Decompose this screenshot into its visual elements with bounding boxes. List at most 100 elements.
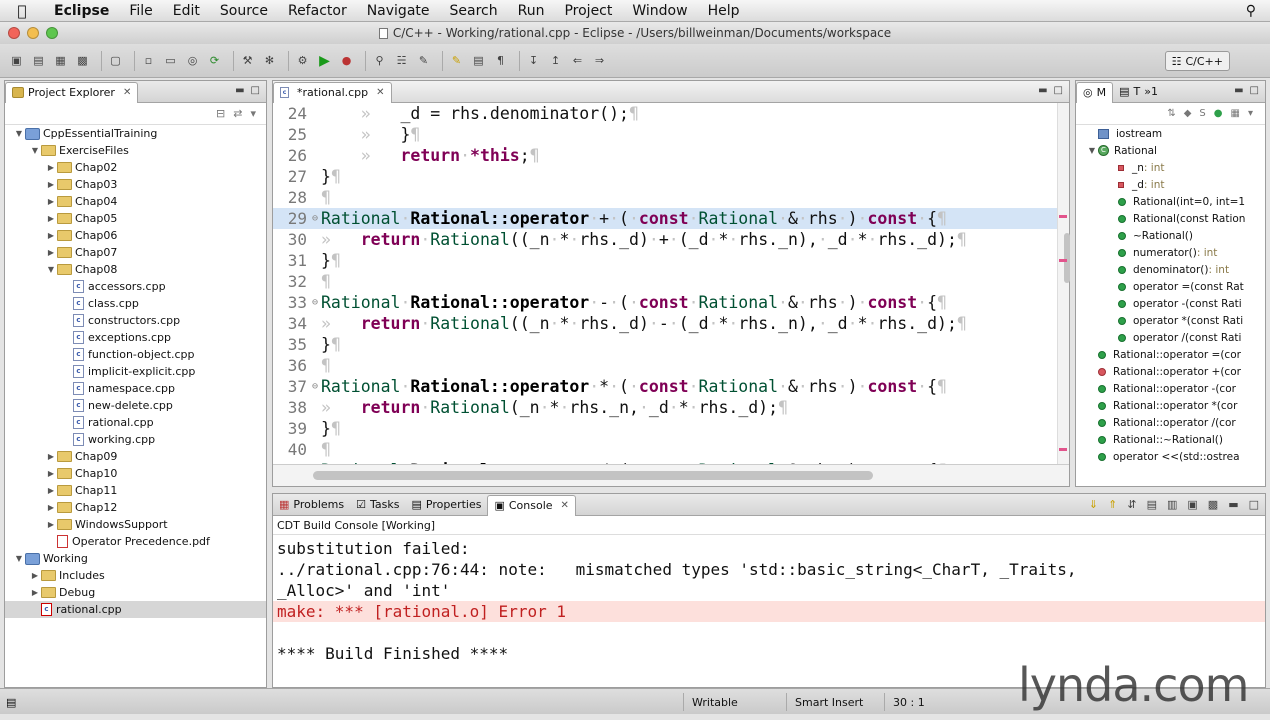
chevron-right-icon[interactable]: ▶	[45, 248, 57, 257]
code-line[interactable]: 28 ¶	[273, 187, 1069, 208]
external-tools-icon[interactable]: ●	[338, 52, 355, 69]
fold-icon[interactable]: ⊖	[309, 213, 321, 224]
outline-item[interactable]: _n : int	[1076, 159, 1265, 176]
code-line[interactable]: 29 ⊖ Rational · Rational::operator · + ·(· const…	[273, 208, 1069, 229]
fold-icon[interactable]: ⊖	[309, 381, 321, 392]
open-console-icon[interactable]: ▩	[1208, 498, 1218, 511]
tab-project-explorer[interactable]: Project Explorer ✕	[5, 81, 139, 103]
menu-window[interactable]: Window	[622, 0, 697, 22]
highlight-icon[interactable]: ✎	[448, 52, 465, 69]
menu-refactor[interactable]: Refactor	[278, 0, 357, 22]
tree-item[interactable]: c namespace.cpp	[5, 380, 266, 397]
chevron-right-icon[interactable]: ▶	[45, 469, 57, 478]
tree-item[interactable]: ▶ Chap12	[5, 499, 266, 516]
hammer-icon[interactable]: ⚒	[239, 52, 256, 69]
apple-icon[interactable]: 	[0, 2, 44, 20]
outline-item[interactable]: operator =(const Rat	[1076, 278, 1265, 295]
code-line[interactable]: 25 » } ¶	[273, 124, 1069, 145]
clear-console-icon[interactable]: ▥	[1167, 498, 1177, 511]
hide-static-icon[interactable]: S	[1199, 108, 1205, 119]
menu-edit[interactable]: Edit	[163, 0, 210, 22]
outline-item[interactable]: Rational::operator =(cor	[1076, 346, 1265, 363]
chevron-right-icon[interactable]: ▶	[29, 588, 41, 597]
run-icon[interactable]: ▶	[316, 52, 333, 69]
horizontal-scrollbar-thumb[interactable]	[313, 471, 873, 480]
group-icon[interactable]: ▦	[1231, 108, 1240, 119]
minimize-window-button[interactable]	[27, 27, 39, 39]
tree-item[interactable]: c class.cpp	[5, 295, 266, 312]
tree-item[interactable]: ▼ CppEssentialTraining	[5, 125, 266, 142]
search-icon[interactable]: ⚲	[371, 52, 388, 69]
tree-item[interactable]: ▼ Chap08	[5, 261, 266, 278]
tree-item[interactable]: c new-delete.cpp	[5, 397, 266, 414]
tree-item[interactable]: c exceptions.cpp	[5, 329, 266, 346]
tab-properties[interactable]: ▤ Properties	[405, 494, 487, 516]
code-line[interactable]: 37 ⊖ Rational · Rational::operator · * ·(· const…	[273, 376, 1069, 397]
link-with-editor-icon[interactable]: ⇄	[233, 107, 242, 120]
menu-eclipse[interactable]: Eclipse	[44, 0, 119, 22]
outline-item[interactable]: iostream	[1076, 125, 1265, 142]
overview-ruler[interactable]	[1057, 103, 1070, 464]
tree-item[interactable]: ▶ Includes	[5, 567, 266, 584]
chevron-right-icon[interactable]: ▶	[45, 486, 57, 495]
zoom-window-button[interactable]	[46, 27, 58, 39]
new-class-icon[interactable]: ◎	[184, 52, 201, 69]
fold-icon[interactable]: ⊖	[309, 297, 321, 308]
chevron-down-icon[interactable]: ▼	[13, 554, 25, 563]
outline-item[interactable]: ▼ C Rational	[1076, 142, 1265, 159]
menu-source[interactable]: Source	[210, 0, 278, 22]
close-icon[interactable]: ✕	[376, 87, 384, 98]
outline-item[interactable]: Rational::operator +(cor	[1076, 363, 1265, 380]
new-project-icon[interactable]: ▫	[140, 52, 157, 69]
menu-help[interactable]: Help	[698, 0, 750, 22]
tree-item[interactable]: ▼ Working	[5, 550, 266, 567]
print-icon[interactable]: ▩	[74, 52, 91, 69]
code-line[interactable]: 26 » return · *this; ¶	[273, 145, 1069, 166]
code-line[interactable]: 38» return · Rational (_n · * · rhs._n, · _d · * · rh…	[273, 397, 1069, 418]
tree-item[interactable]: c rational.cpp	[5, 414, 266, 431]
tree-item[interactable]: c implicit-explicit.cpp	[5, 363, 266, 380]
sort-icon[interactable]: ⇅	[1167, 108, 1175, 119]
chevron-right-icon[interactable]: ▶	[45, 520, 57, 529]
previous-annotation-icon[interactable]: ↥	[547, 52, 564, 69]
horizontal-scrollbar[interactable]	[273, 464, 1069, 486]
outline-item[interactable]: _d : int	[1076, 176, 1265, 193]
tab-type-hierarchy[interactable]: ▤ T »1	[1113, 81, 1164, 103]
error-marker[interactable]	[1059, 448, 1067, 451]
tree-item[interactable]: ▶ Chap11	[5, 482, 266, 499]
code-line[interactable]: 32 ¶	[273, 271, 1069, 292]
view-menu-icon[interactable]: ▾	[1248, 108, 1253, 119]
tab-outline[interactable]: ◎ M	[1076, 81, 1114, 103]
new-icon[interactable]: ▣	[8, 52, 25, 69]
outline-item[interactable]: operator /(const Rati	[1076, 329, 1265, 346]
minimize-icon[interactable]: ▬	[1234, 85, 1243, 96]
hide-non-public-icon[interactable]: ●	[1214, 108, 1223, 119]
collapse-all-icon[interactable]: ⊟	[216, 107, 225, 120]
code-line[interactable]: 39} ¶	[273, 418, 1069, 439]
outline-item[interactable]: operator <<(std::ostrea	[1076, 448, 1265, 465]
menu-navigate[interactable]: Navigate	[357, 0, 440, 22]
close-window-button[interactable]	[8, 27, 20, 39]
chevron-right-icon[interactable]: ▶	[45, 503, 57, 512]
chevron-down-icon[interactable]: ▼	[13, 129, 25, 138]
minimize-icon[interactable]: ▬	[235, 85, 244, 96]
outline-item[interactable]: Rational::operator *(cor	[1076, 397, 1265, 414]
more-tabs-icon[interactable]: »1	[1144, 85, 1158, 98]
menu-project[interactable]: Project	[554, 0, 622, 22]
tree-item[interactable]: ▶ Chap10	[5, 465, 266, 482]
maximize-icon[interactable]: □	[1249, 498, 1259, 511]
menu-run[interactable]: Run	[508, 0, 555, 22]
next-annotation-icon[interactable]: ↧	[525, 52, 542, 69]
tree-item[interactable]: c rational.cpp	[5, 601, 266, 618]
scroll-up-icon[interactable]: ⇑	[1108, 498, 1117, 511]
tree-item[interactable]: ▶ Chap04	[5, 193, 266, 210]
build-target-icon[interactable]: ✻	[261, 52, 278, 69]
maximize-icon[interactable]: □	[1054, 85, 1063, 96]
tree-item[interactable]: c accessors.cpp	[5, 278, 266, 295]
tree-item[interactable]: ▶ Chap09	[5, 448, 266, 465]
code-editor[interactable]: 24 » _d = rhs.denominator(); ¶ 25 » } ¶ 26 »…	[273, 103, 1069, 464]
code-line[interactable]: 24 » _d = rhs.denominator(); ¶	[273, 103, 1069, 124]
minimize-icon[interactable]: ▬	[1228, 498, 1238, 511]
open-type-icon[interactable]: ☵	[393, 52, 410, 69]
new-folder-icon[interactable]: ▭	[162, 52, 179, 69]
